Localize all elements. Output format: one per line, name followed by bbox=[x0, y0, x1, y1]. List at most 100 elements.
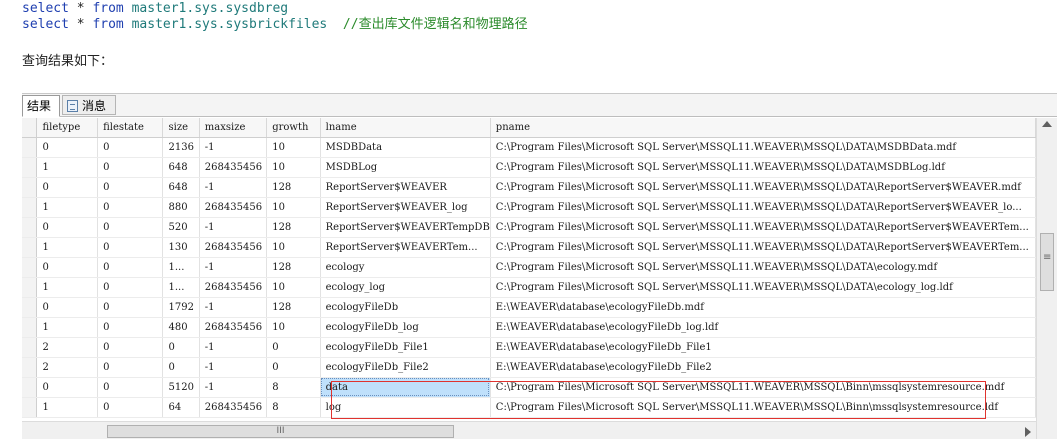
cell-size[interactable]: 480 bbox=[162, 317, 200, 338]
cell-pname[interactable]: C:\Program Files\Microsoft SQL Server\MS… bbox=[490, 377, 1036, 398]
cell-lname[interactable]: ecologyFileDb bbox=[320, 297, 491, 318]
cell-pname[interactable]: C:\Program Files\Microsoft SQL Server\MS… bbox=[490, 397, 1036, 418]
column-header-maxsize[interactable]: maxsize bbox=[199, 118, 268, 138]
cell-filestate[interactable]: 0 bbox=[97, 317, 164, 338]
cell-maxsize[interactable]: -1 bbox=[199, 257, 268, 278]
cell-pname[interactable]: E:\WEAVER\database\ecologyFileDb.mdf bbox=[490, 297, 1036, 318]
cell-size[interactable]: 0 bbox=[162, 337, 200, 358]
cell-filestate[interactable]: 0 bbox=[97, 257, 164, 278]
cell-filetype[interactable]: 1 bbox=[36, 157, 99, 178]
row-header[interactable] bbox=[22, 277, 38, 298]
cell-filestate[interactable]: 0 bbox=[97, 337, 164, 358]
cell-lname[interactable]: ecologyFileDb_File2 bbox=[320, 357, 491, 378]
cell-growth[interactable]: 10 bbox=[266, 317, 321, 338]
cell-size[interactable]: 1... bbox=[162, 277, 200, 298]
cell-lname[interactable]: ecology bbox=[320, 257, 491, 278]
cell-filetype[interactable]: 1 bbox=[36, 317, 99, 338]
cell-filetype[interactable]: 0 bbox=[36, 217, 99, 238]
cell-maxsize[interactable]: 268435456 bbox=[199, 277, 268, 298]
cell-filetype[interactable]: 1 bbox=[36, 277, 99, 298]
table-row[interactable]: 2 0 0 -1 0 ecologyFileDb_File2 E:\WEAVER\datab… bbox=[22, 357, 1036, 378]
cell-maxsize[interactable]: -1 bbox=[199, 177, 268, 198]
cell-size[interactable]: 648 bbox=[162, 157, 200, 178]
cell-growth[interactable]: 10 bbox=[266, 197, 321, 218]
column-header-filetype[interactable]: filetype bbox=[36, 118, 99, 138]
row-header[interactable] bbox=[22, 397, 38, 418]
horizontal-scroll-thumb[interactable]: III bbox=[107, 425, 454, 438]
cell-pname[interactable]: C:\Program Files\Microsoft SQL Server\MS… bbox=[490, 237, 1036, 258]
cell-maxsize[interactable]: 268435456 bbox=[199, 237, 268, 258]
cell-lname[interactable]: ecologyFileDb_log bbox=[320, 317, 491, 338]
row-header[interactable] bbox=[22, 197, 38, 218]
cell-pname[interactable]: C:\Program Files\Microsoft SQL Server\MS… bbox=[490, 217, 1036, 238]
cell-pname[interactable]: C:\Program Files\Microsoft SQL Server\MS… bbox=[490, 277, 1036, 298]
row-header[interactable] bbox=[22, 237, 38, 258]
table-row[interactable]: 0 0 5120 -1 8 data C:\Program Files\Microsoft … bbox=[22, 377, 1036, 398]
row-header[interactable] bbox=[22, 137, 38, 158]
cell-pname[interactable]: C:\Program Files\Microsoft SQL Server\MS… bbox=[490, 137, 1036, 158]
vertical-scrollbar[interactable] bbox=[1036, 118, 1057, 439]
cell-pname[interactable]: E:\WEAVER\database\ecologyFileDb_File1 bbox=[490, 337, 1036, 358]
column-header-size[interactable]: size bbox=[162, 118, 200, 138]
cell-maxsize[interactable]: -1 bbox=[199, 297, 268, 318]
table-row[interactable]: 1 0 64 268435456 8 log C:\Program Files\Micros… bbox=[22, 397, 1036, 418]
cell-lname[interactable]: ReportServer$WEAVER_log bbox=[320, 197, 491, 218]
cell-filestate[interactable]: 0 bbox=[97, 237, 164, 258]
cell-lname[interactable]: MSDBLog bbox=[320, 157, 491, 178]
cell-maxsize[interactable]: 268435456 bbox=[199, 397, 268, 418]
cell-pname[interactable]: C:\Program Files\Microsoft SQL Server\MS… bbox=[490, 197, 1036, 218]
horizontal-scrollbar[interactable]: III bbox=[22, 421, 1036, 439]
row-header[interactable] bbox=[22, 377, 38, 398]
cell-size[interactable]: 520 bbox=[162, 217, 200, 238]
row-header[interactable] bbox=[22, 177, 38, 198]
table-row[interactable]: 1 0 480 268435456 10 ecologyFileDb_log E:\WEAV… bbox=[22, 317, 1036, 338]
cell-growth[interactable]: 128 bbox=[266, 177, 321, 198]
row-header[interactable] bbox=[22, 317, 38, 338]
cell-size[interactable]: 2136 bbox=[162, 137, 200, 158]
cell-filestate[interactable]: 0 bbox=[97, 397, 164, 418]
cell-growth[interactable]: 8 bbox=[266, 397, 321, 418]
cell-lname[interactable]: ReportServer$WEAVERTempDB bbox=[320, 217, 491, 238]
cell-filetype[interactable]: 1 bbox=[36, 397, 99, 418]
table-row[interactable]: 0 0 648 -1 128 ReportServer$WEAVER C:\Program … bbox=[22, 177, 1036, 198]
cell-filestate[interactable]: 0 bbox=[97, 137, 164, 158]
results-grid[interactable]: filetype filestate size maxsize growth lname p… bbox=[22, 118, 1036, 421]
row-header[interactable] bbox=[22, 357, 38, 378]
row-header[interactable] bbox=[22, 157, 38, 178]
cell-filetype[interactable]: 0 bbox=[36, 377, 99, 398]
cell-filestate[interactable]: 0 bbox=[97, 277, 164, 298]
cell-lname[interactable]: log bbox=[320, 397, 491, 418]
cell-size[interactable]: 130 bbox=[162, 237, 200, 258]
cell-pname[interactable]: C:\Program Files\Microsoft SQL Server\MS… bbox=[490, 177, 1036, 198]
cell-maxsize[interactable]: -1 bbox=[199, 357, 268, 378]
cell-filestate[interactable]: 0 bbox=[97, 297, 164, 318]
table-row[interactable]: 1 0 130 268435456 10 ReportServer$WEAVERTem..… bbox=[22, 237, 1036, 258]
row-header[interactable] bbox=[22, 297, 38, 318]
cell-size[interactable]: 648 bbox=[162, 177, 200, 198]
cell-growth[interactable]: 0 bbox=[266, 337, 321, 358]
tab-results[interactable]: 结果 bbox=[22, 95, 60, 117]
table-row[interactable]: 1 0 880 268435456 10 ReportServer$WEAVER_log C… bbox=[22, 197, 1036, 218]
table-row[interactable]: 2 0 0 -1 0 ecologyFileDb_File1 E:\WEAVER\datab… bbox=[22, 337, 1036, 358]
cell-maxsize[interactable]: -1 bbox=[199, 337, 268, 358]
cell-filestate[interactable]: 0 bbox=[97, 157, 164, 178]
row-header[interactable] bbox=[22, 337, 38, 358]
cell-filestate[interactable]: 0 bbox=[97, 197, 164, 218]
table-row[interactable]: 1 0 1... 268435456 10 ecology_log C:\Program F… bbox=[22, 277, 1036, 298]
cell-lname[interactable]: ReportServer$WEAVERTem... bbox=[320, 237, 491, 258]
cell-lname[interactable]: ecologyFileDb_File1 bbox=[320, 337, 491, 358]
cell-filestate[interactable]: 0 bbox=[97, 217, 164, 238]
column-header-lname[interactable]: lname bbox=[320, 118, 491, 138]
cell-lname[interactable]: ReportServer$WEAVER bbox=[320, 177, 491, 198]
table-row[interactable]: 0 0 1792 -1 128 ecologyFileDb E:\WEAVER\databa… bbox=[22, 297, 1036, 318]
cell-growth[interactable]: 8 bbox=[266, 377, 321, 398]
cell-pname[interactable]: E:\WEAVER\database\ecologyFileDb_log.ldf bbox=[490, 317, 1036, 338]
cell-maxsize[interactable]: -1 bbox=[199, 217, 268, 238]
cell-growth[interactable]: 10 bbox=[266, 237, 321, 258]
cell-filetype[interactable]: 0 bbox=[36, 297, 99, 318]
cell-growth[interactable]: 128 bbox=[266, 217, 321, 238]
tab-messages[interactable]: 消息 bbox=[62, 95, 116, 115]
cell-growth[interactable]: 10 bbox=[266, 137, 321, 158]
cell-pname[interactable]: C:\Program Files\Microsoft SQL Server\MS… bbox=[490, 257, 1036, 278]
cell-maxsize[interactable]: 268435456 bbox=[199, 197, 268, 218]
